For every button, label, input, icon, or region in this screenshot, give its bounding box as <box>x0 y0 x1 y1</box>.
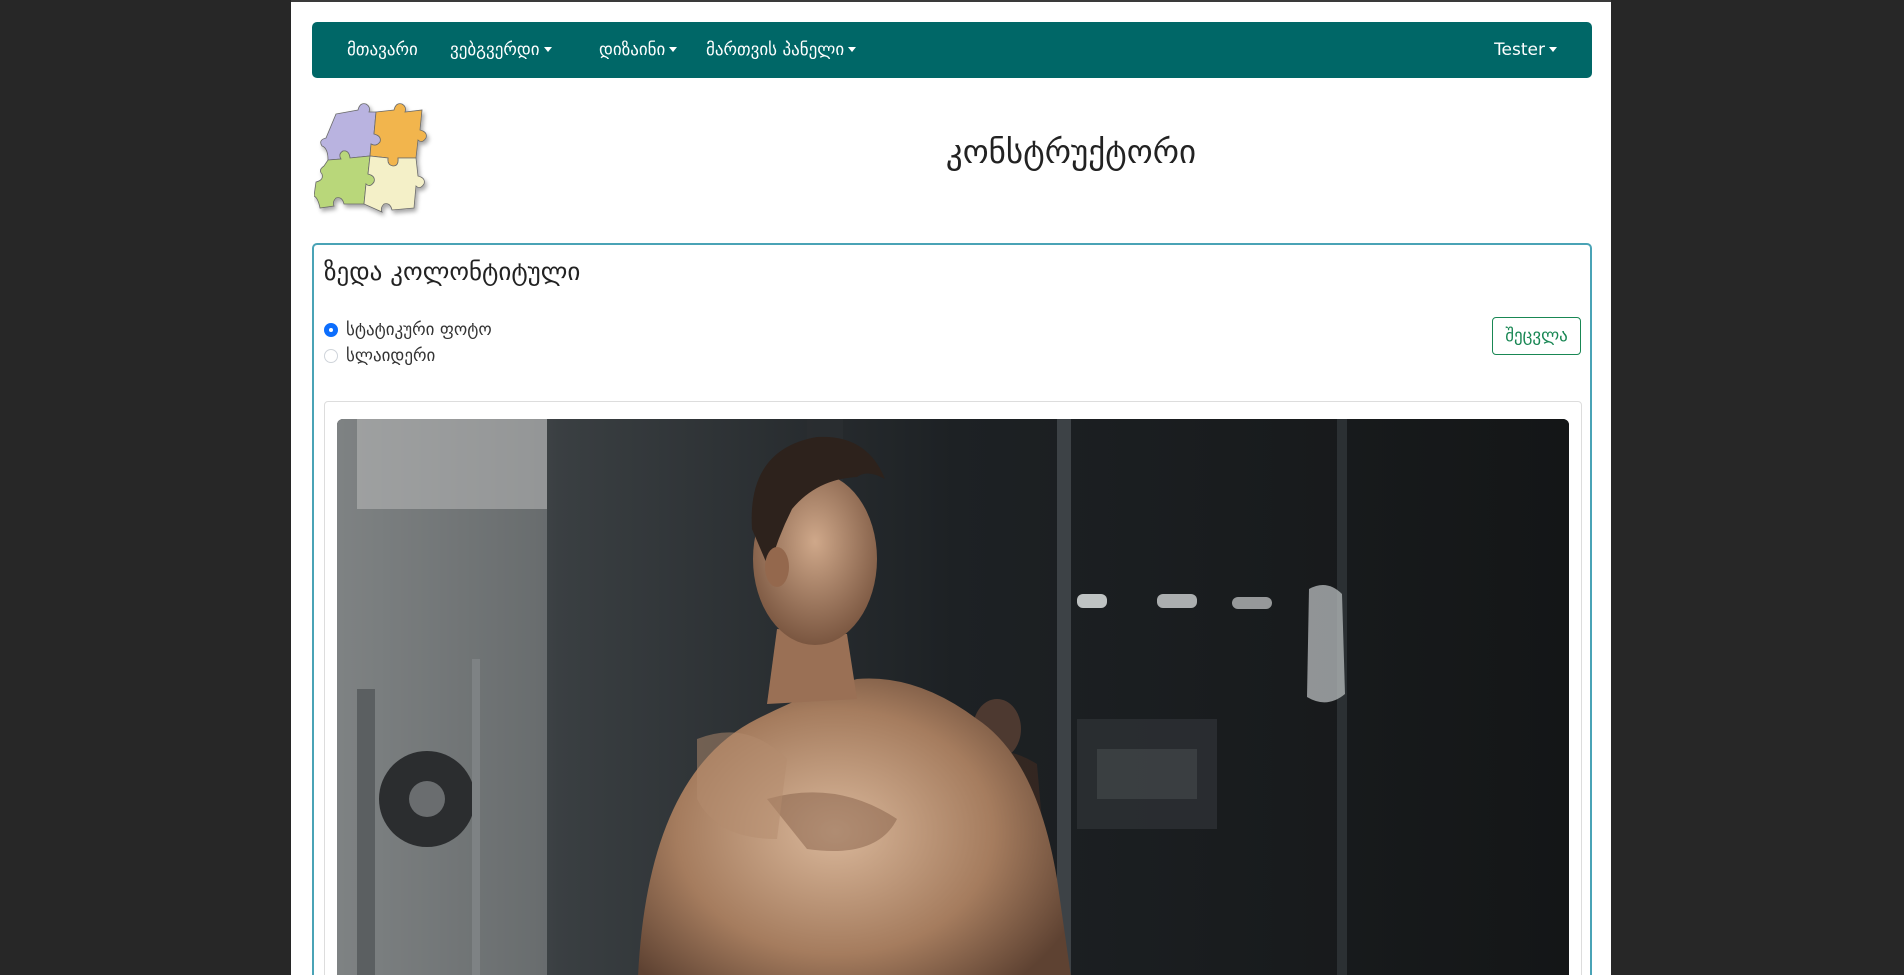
nav-design-label: დიზაინი <box>599 40 666 60</box>
site-title: კონსტრუქტორი <box>945 132 1197 171</box>
image-preview-frame <box>324 401 1582 975</box>
gym-man-photo <box>337 419 1569 975</box>
caret-down-icon <box>543 47 552 52</box>
nav-website-dropdown[interactable]: ვებგვერდი <box>450 22 552 78</box>
card-title: ზედა კოლონტიტული <box>324 257 581 286</box>
caret-down-icon <box>848 47 857 52</box>
nav-home-label: მთავარი <box>347 40 418 60</box>
nav-admin-panel-label: მართვის პანელი <box>706 40 845 60</box>
caret-down-icon <box>669 47 678 52</box>
radio-slider[interactable]: სლაიდერი <box>324 344 435 368</box>
radio-static-photo[interactable]: სტატიკური ფოტო <box>324 318 492 342</box>
change-button[interactable]: შეცვლა <box>1492 317 1581 355</box>
puzzle-logo-icon[interactable] <box>313 100 444 220</box>
nav-home[interactable]: მთავარი <box>347 22 418 78</box>
nav-admin-panel-dropdown[interactable]: მართვის პანელი <box>706 22 857 78</box>
nav-design-dropdown[interactable]: დიზაინი <box>599 22 678 78</box>
radio-slider-input[interactable] <box>324 349 338 363</box>
user-menu-label: Tester <box>1494 40 1545 60</box>
page: მთავარი ვებგვერდი დიზაინი მართვის პანელი… <box>291 0 1611 975</box>
radio-slider-label: სლაიდერი <box>346 346 436 366</box>
nav-website-label: ვებგვერდი <box>450 40 540 60</box>
user-menu-dropdown[interactable]: Tester <box>1494 22 1557 78</box>
header-settings-card: ზედა კოლონტიტული სტატიკური ფოტო სლაიდერი… <box>312 243 1592 975</box>
caret-down-icon <box>1549 47 1557 52</box>
main-navbar: მთავარი ვებგვერდი დიზაინი მართვის პანელი… <box>312 22 1592 78</box>
radio-static-photo-label: სტატიკური ფოტო <box>346 320 492 340</box>
radio-static-photo-input[interactable] <box>324 323 338 337</box>
